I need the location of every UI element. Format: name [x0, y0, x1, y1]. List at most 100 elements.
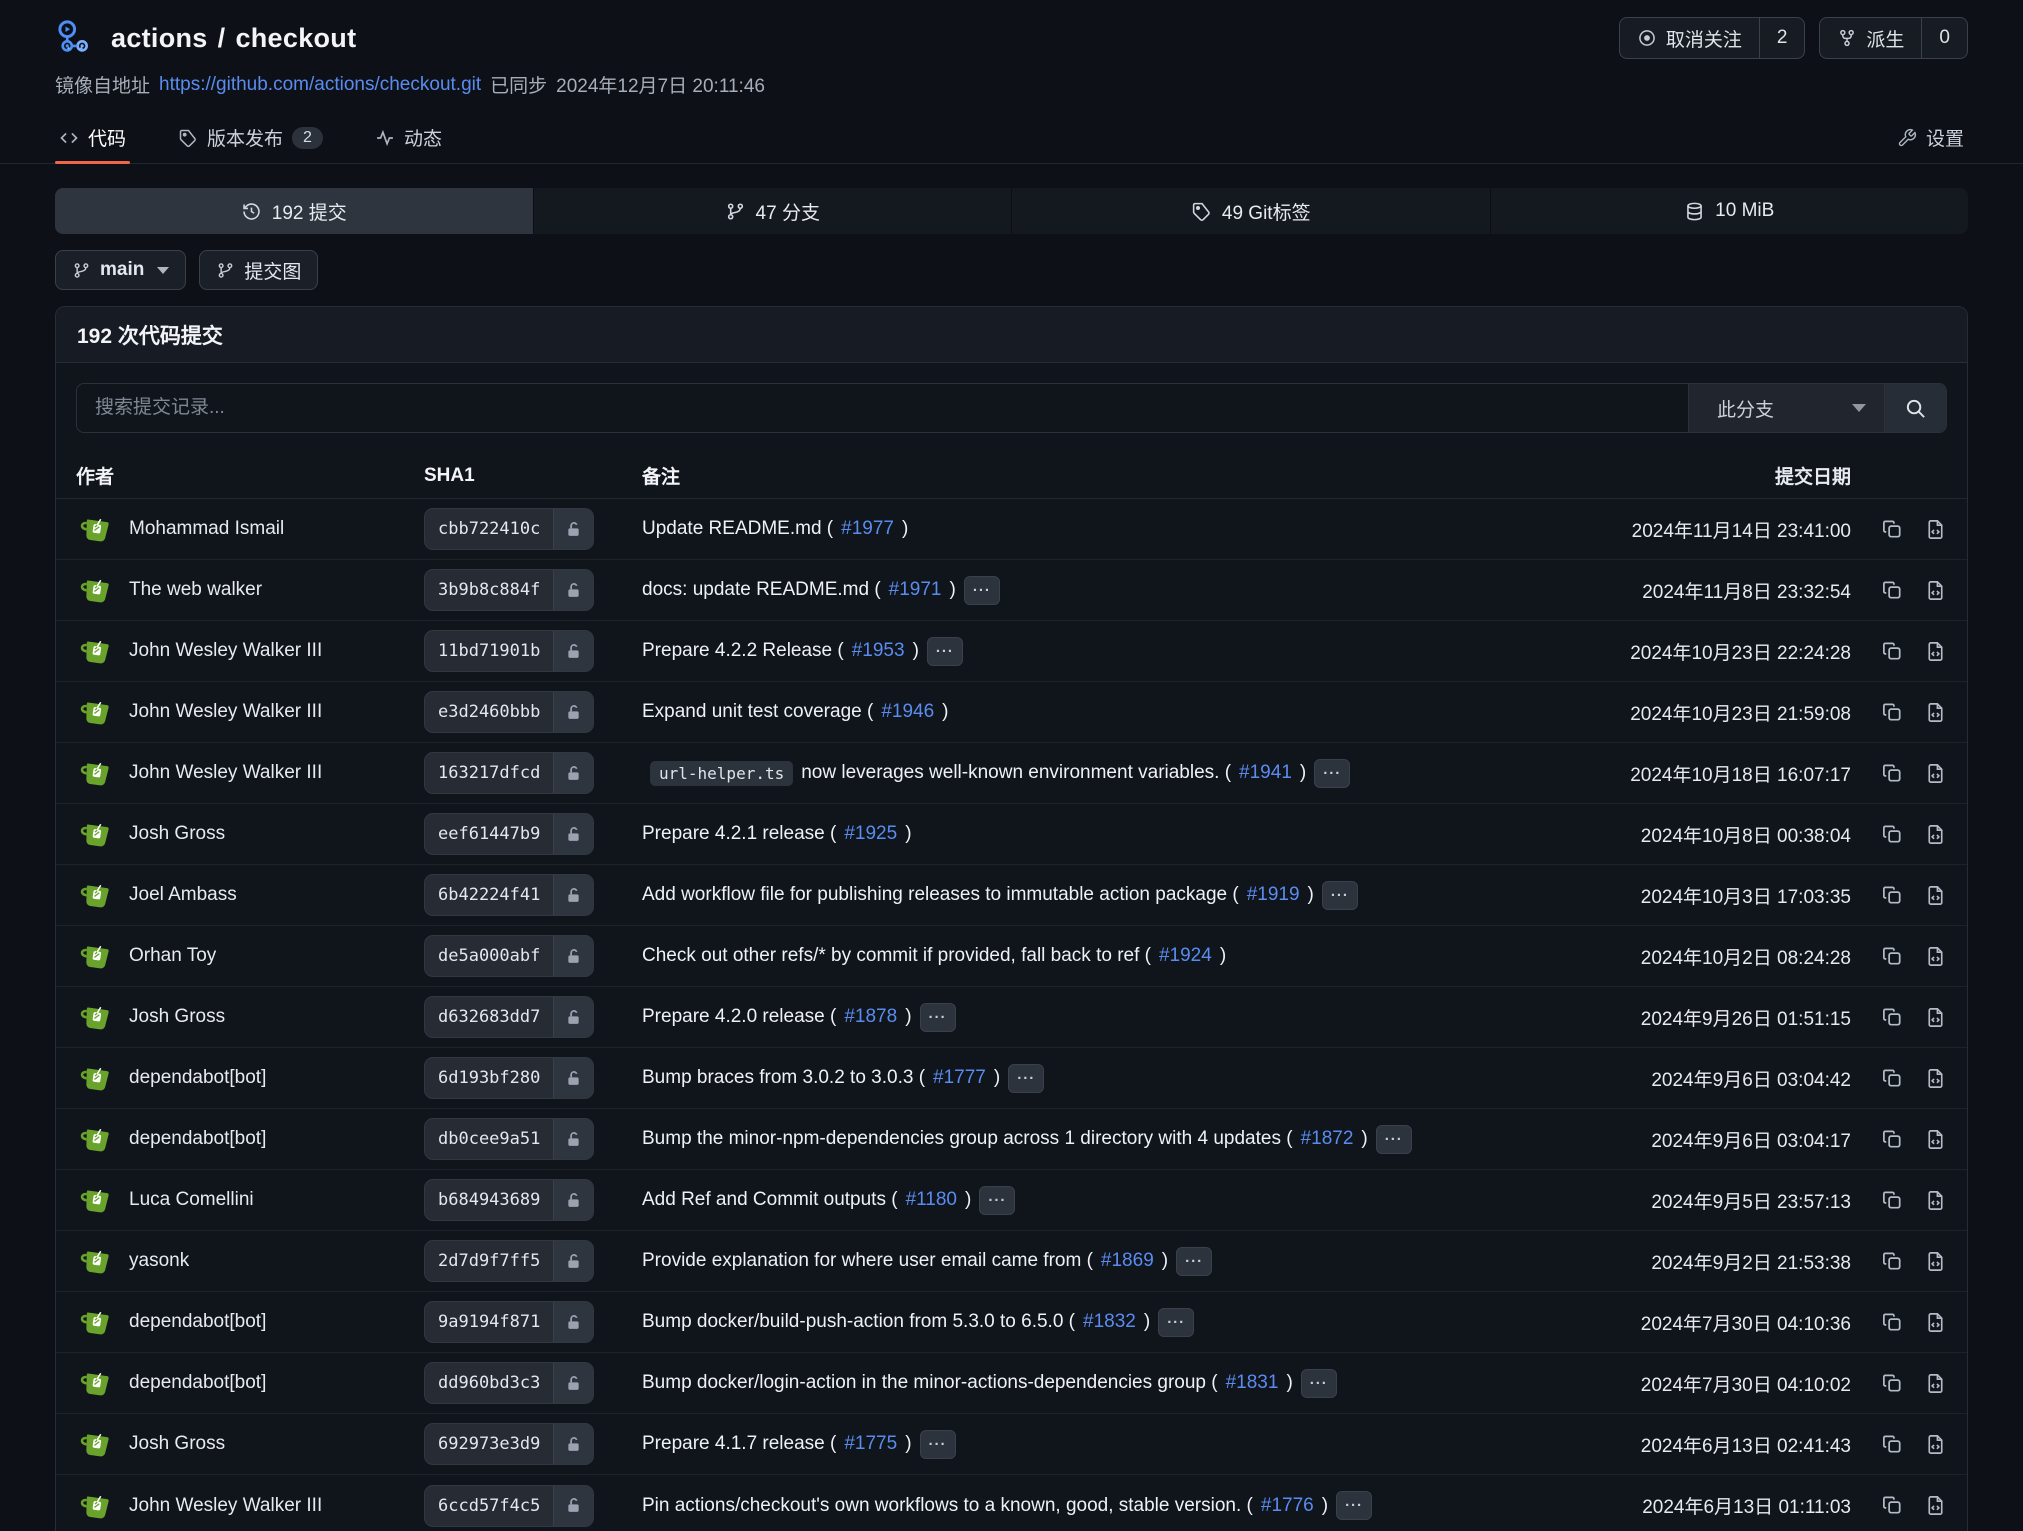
fork-count[interactable]: 0	[1921, 18, 1967, 58]
copy-sha-button[interactable]	[1881, 945, 1904, 968]
browse-code-button[interactable]	[1924, 1494, 1947, 1517]
pr-link[interactable]: #1925	[844, 823, 897, 845]
pr-link[interactable]: #1919	[1247, 884, 1300, 906]
stat-branches[interactable]: 47 分支	[534, 188, 1013, 234]
expand-commit-button[interactable]: ···	[920, 1430, 956, 1459]
browse-code-button[interactable]	[1924, 1311, 1947, 1334]
pr-link[interactable]: #1941	[1239, 762, 1292, 784]
unwatch-button[interactable]: 取消关注 2	[1619, 17, 1806, 59]
pr-link[interactable]: #1971	[889, 579, 942, 601]
commit-sha-badge[interactable]: 6b42224f41	[424, 874, 594, 916]
copy-sha-button[interactable]	[1881, 701, 1904, 724]
commit-author[interactable]: Josh Gross	[76, 997, 424, 1037]
branch-filter-dropdown[interactable]: 此分支	[1688, 384, 1884, 432]
commit-author[interactable]: John Wesley Walker III	[76, 631, 424, 671]
browse-code-button[interactable]	[1924, 579, 1947, 602]
browse-code-button[interactable]	[1924, 518, 1947, 541]
commit-sha-badge[interactable]: 692973e3d9	[424, 1423, 594, 1465]
fork-button[interactable]: 派生 0	[1819, 17, 1968, 59]
commit-author[interactable]: dependabot[bot]	[76, 1058, 424, 1098]
expand-commit-button[interactable]: ···	[1322, 881, 1358, 910]
copy-sha-button[interactable]	[1881, 1250, 1904, 1273]
browse-code-button[interactable]	[1924, 1433, 1947, 1456]
commit-author[interactable]: Mohammad Ismail	[76, 509, 424, 549]
expand-commit-button[interactable]: ···	[1314, 759, 1350, 788]
copy-sha-button[interactable]	[1881, 1494, 1904, 1517]
expand-commit-button[interactable]: ···	[1008, 1064, 1044, 1093]
commit-sha-badge[interactable]: d632683dd7	[424, 996, 594, 1038]
pr-link[interactable]: #1776	[1261, 1495, 1314, 1517]
pr-link[interactable]: #1777	[933, 1067, 986, 1089]
copy-sha-button[interactable]	[1881, 884, 1904, 907]
stat-tags[interactable]: 49 Git标签	[1012, 188, 1491, 234]
expand-commit-button[interactable]: ···	[927, 637, 963, 666]
commit-sha-badge[interactable]: 11bd71901b	[424, 630, 594, 672]
repo-owner-link[interactable]: actions	[111, 23, 208, 53]
commit-sha-badge[interactable]: b684943689	[424, 1179, 594, 1221]
expand-commit-button[interactable]: ···	[1376, 1125, 1412, 1154]
browse-code-button[interactable]	[1924, 945, 1947, 968]
commit-sha-badge[interactable]: cbb722410c	[424, 508, 594, 550]
commit-sha-badge[interactable]: de5a000abf	[424, 935, 594, 977]
commit-author[interactable]: John Wesley Walker III	[76, 692, 424, 732]
browse-code-button[interactable]	[1924, 701, 1947, 724]
stat-commits[interactable]: 192 提交	[55, 188, 534, 234]
commit-author[interactable]: dependabot[bot]	[76, 1119, 424, 1159]
commit-sha-badge[interactable]: eef61447b9	[424, 813, 594, 855]
copy-sha-button[interactable]	[1881, 823, 1904, 846]
browse-code-button[interactable]	[1924, 823, 1947, 846]
tab-code[interactable]: 代码	[55, 112, 130, 163]
browse-code-button[interactable]	[1924, 1250, 1947, 1273]
copy-sha-button[interactable]	[1881, 1128, 1904, 1151]
copy-sha-button[interactable]	[1881, 1006, 1904, 1029]
commit-author[interactable]: Josh Gross	[76, 814, 424, 854]
commit-author[interactable]: John Wesley Walker III	[76, 1486, 424, 1526]
browse-code-button[interactable]	[1924, 762, 1947, 785]
browse-code-button[interactable]	[1924, 1067, 1947, 1090]
stat-size[interactable]: 10 MiB	[1491, 188, 1969, 234]
copy-sha-button[interactable]	[1881, 1372, 1904, 1395]
pr-link[interactable]: #1831	[1226, 1372, 1279, 1394]
commit-sha-badge[interactable]: 2d7d9f7ff5	[424, 1240, 594, 1282]
copy-sha-button[interactable]	[1881, 640, 1904, 663]
browse-code-button[interactable]	[1924, 640, 1947, 663]
copy-sha-button[interactable]	[1881, 1189, 1904, 1212]
tab-settings[interactable]: 设置	[1893, 112, 1968, 163]
commit-author[interactable]: dependabot[bot]	[76, 1363, 424, 1403]
browse-code-button[interactable]	[1924, 884, 1947, 907]
copy-sha-button[interactable]	[1881, 1067, 1904, 1090]
tab-releases[interactable]: 版本发布 2	[174, 112, 327, 163]
pr-link[interactable]: #1924	[1159, 945, 1212, 967]
pr-link[interactable]: #1977	[841, 518, 894, 540]
search-input[interactable]	[77, 384, 1688, 432]
pr-link[interactable]: #1869	[1101, 1250, 1154, 1272]
pr-link[interactable]: #1872	[1301, 1128, 1354, 1150]
pr-link[interactable]: #1180	[906, 1189, 957, 1211]
copy-sha-button[interactable]	[1881, 1311, 1904, 1334]
repo-name-link[interactable]: checkout	[235, 23, 356, 53]
tab-activity[interactable]: 动态	[371, 112, 446, 163]
commit-sha-badge[interactable]: 163217dfcd	[424, 752, 594, 794]
commit-author[interactable]: dependabot[bot]	[76, 1302, 424, 1342]
commit-author[interactable]: Luca Comellini	[76, 1180, 424, 1220]
copy-sha-button[interactable]	[1881, 518, 1904, 541]
commit-author[interactable]: Joel Ambass	[76, 875, 424, 915]
commit-author[interactable]: Josh Gross	[76, 1424, 424, 1464]
expand-commit-button[interactable]: ···	[1176, 1247, 1212, 1276]
search-button[interactable]	[1884, 384, 1946, 432]
commit-sha-badge[interactable]: 6d193bf280	[424, 1057, 594, 1099]
commit-sha-badge[interactable]: db0cee9a51	[424, 1118, 594, 1160]
commit-sha-badge[interactable]: 6ccd57f4c5	[424, 1485, 594, 1527]
browse-code-button[interactable]	[1924, 1128, 1947, 1151]
pr-link[interactable]: #1832	[1083, 1311, 1136, 1333]
browse-code-button[interactable]	[1924, 1189, 1947, 1212]
copy-sha-button[interactable]	[1881, 1433, 1904, 1456]
expand-commit-button[interactable]: ···	[979, 1186, 1015, 1215]
expand-commit-button[interactable]: ···	[1301, 1369, 1337, 1398]
commit-author[interactable]: The web walker	[76, 570, 424, 610]
watch-count[interactable]: 2	[1759, 18, 1805, 58]
browse-code-button[interactable]	[1924, 1006, 1947, 1029]
commit-sha-badge[interactable]: e3d2460bbb	[424, 691, 594, 733]
commit-author[interactable]: Orhan Toy	[76, 936, 424, 976]
commit-graph-button[interactable]: 提交图	[199, 250, 318, 290]
